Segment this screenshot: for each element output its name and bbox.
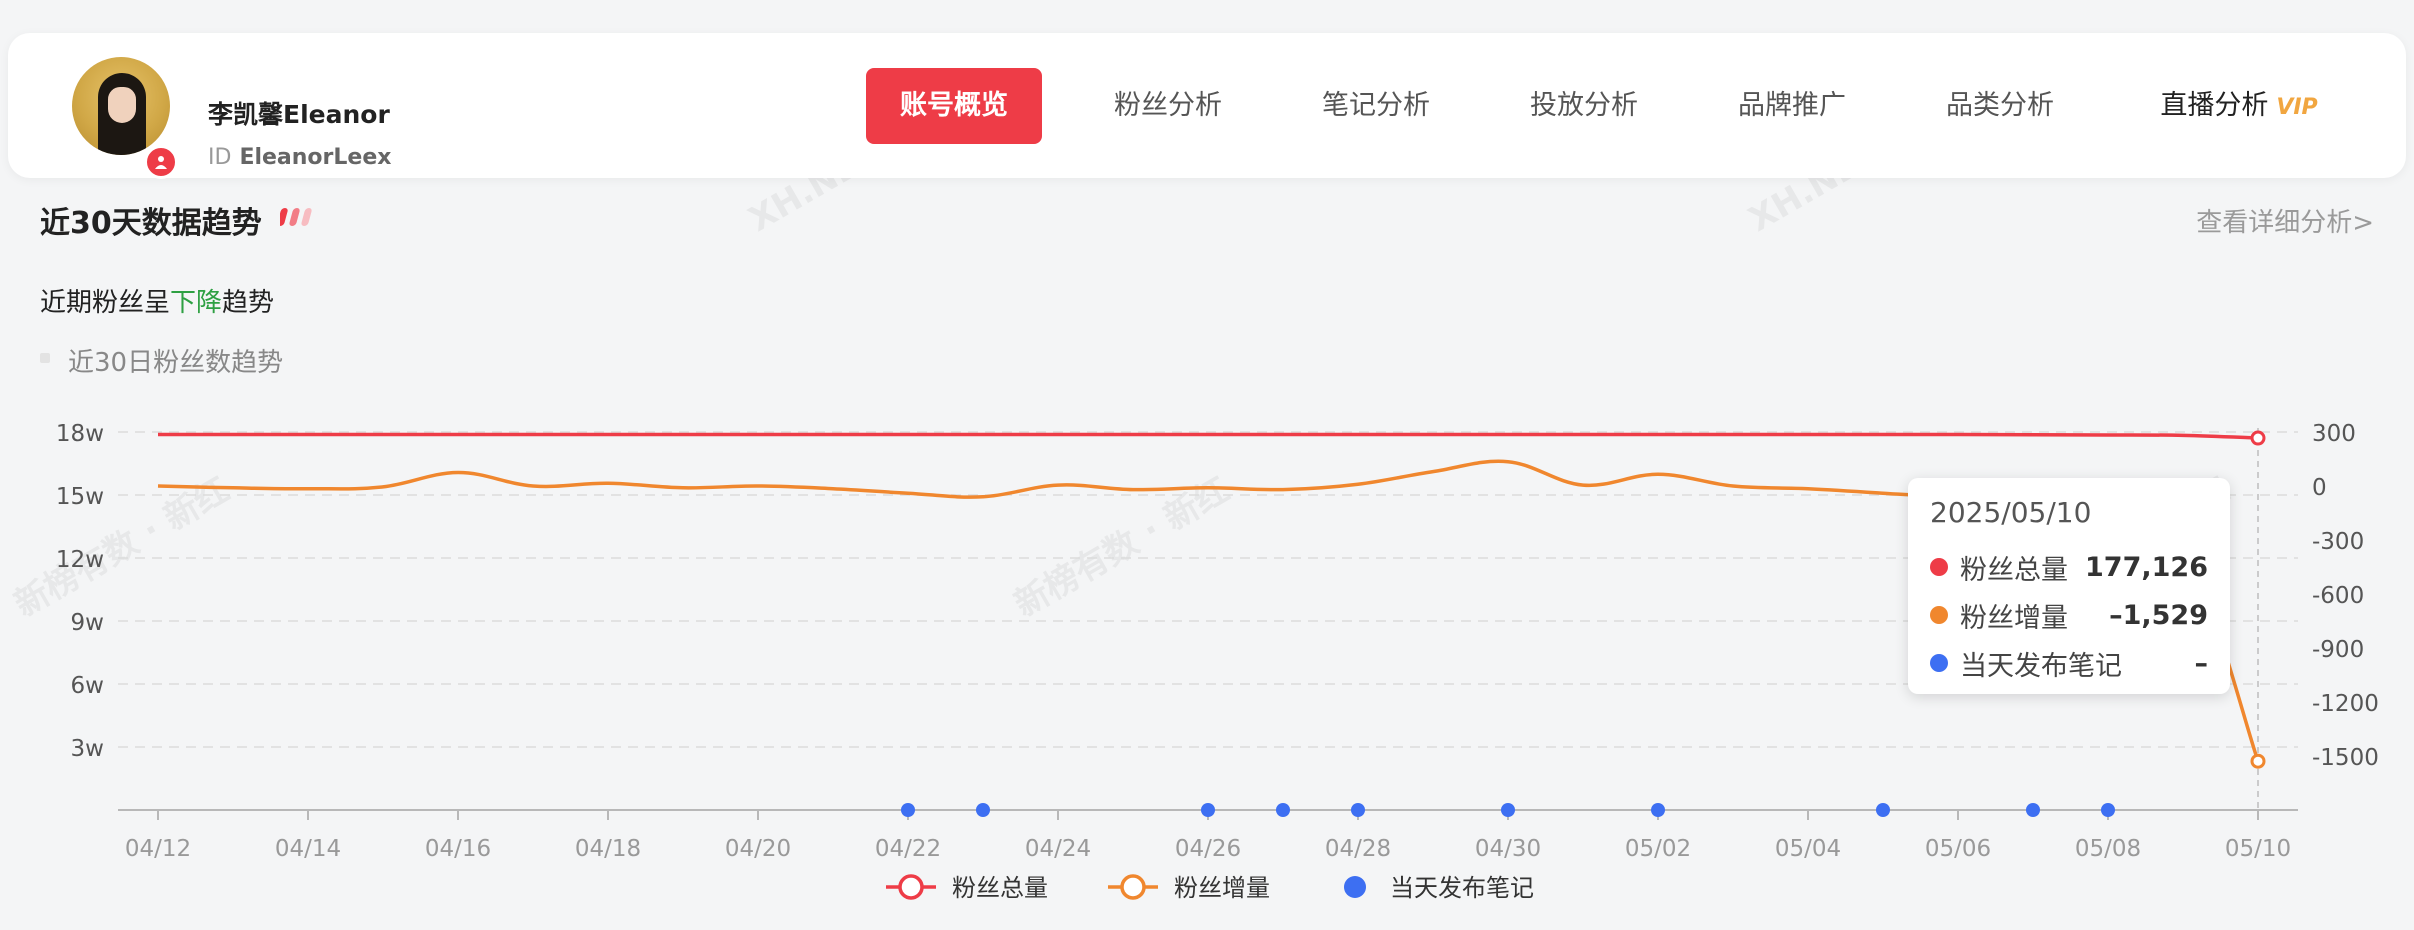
y-left-tick-label: 18w — [56, 421, 104, 447]
x-tick-label: 04/18 — [575, 836, 641, 862]
trend-summary: 近期粉丝呈下降趋势 — [40, 282, 274, 319]
tooltip-row-growth: 粉丝增量 –1,529 — [1930, 591, 2208, 639]
vip-badge: VIP — [2276, 95, 2318, 120]
title-decoration-icon — [280, 208, 312, 226]
y-right-tick-label: 300 — [2312, 421, 2356, 447]
y-right-tick-label: 0 — [2312, 475, 2327, 501]
y-right-tick-label: -1200 — [2312, 691, 2379, 717]
tooltip-date: 2025/05/10 — [1930, 496, 2092, 529]
profile-name: 李凯馨Eleanor — [208, 100, 390, 129]
x-tick-label: 04/24 — [1025, 836, 1091, 862]
tooltip-name: 粉丝总量 — [1960, 554, 2068, 586]
legend-label: 粉丝增量 — [1174, 874, 1270, 902]
y-left-tick-label: 9w — [71, 610, 104, 636]
note-dot — [1876, 803, 1890, 817]
user-badge-icon — [144, 145, 178, 179]
note-dot — [1201, 803, 1215, 817]
tooltip-row-notes: 当天发布笔记 – — [1930, 639, 2208, 687]
note-dot — [1276, 803, 1290, 817]
y-left-tick-label: 6w — [71, 673, 104, 699]
detail-analysis-link[interactable]: 查看详细分析> — [2196, 202, 2374, 239]
y-right-tick-label: -300 — [2312, 529, 2364, 555]
note-dot — [2026, 803, 2040, 817]
note-dot — [976, 803, 990, 817]
note-dot — [1501, 803, 1515, 817]
tooltip-dot-total — [1930, 558, 1948, 576]
y-left-tick-label: 3w — [71, 736, 104, 762]
legend-marker — [1344, 876, 1366, 898]
tab-brand-promotion[interactable]: 品牌推广 — [1722, 68, 1862, 144]
y-left-tick-label: 15w — [56, 484, 104, 510]
tooltip-name: 粉丝增量 — [1960, 602, 2068, 634]
chart-tooltip: 2025/05/10 粉丝总量 177,126 粉丝增量 –1,529 当天发布… — [1908, 478, 2230, 694]
tab-notes-analysis[interactable]: 笔记分析 — [1306, 68, 1446, 144]
tooltip-row-total: 粉丝总量 177,126 — [1930, 543, 2208, 591]
legend-marker — [1120, 874, 1146, 900]
tooltip-value: – — [2194, 647, 2209, 679]
y-right-tick-label: -1500 — [2312, 745, 2379, 771]
section-title: 近30天数据趋势 — [40, 206, 262, 241]
tab-category-analysis[interactable]: 品类分析 — [1930, 68, 2070, 144]
tooltip-dot-notes — [1930, 654, 1948, 672]
x-tick-label: 04/16 — [425, 836, 491, 862]
note-dot — [1651, 803, 1665, 817]
trend-word: 下降 — [170, 288, 223, 318]
x-tick-label: 05/08 — [2075, 836, 2141, 862]
note-dot — [901, 803, 915, 817]
x-tick-label: 04/28 — [1325, 836, 1391, 862]
x-tick-label: 04/26 — [1175, 836, 1241, 862]
legend-marker — [898, 874, 924, 900]
series-total-line — [158, 432, 2259, 440]
x-tick-label: 04/12 — [125, 836, 191, 862]
tab-placement-analysis[interactable]: 投放分析 — [1514, 68, 1654, 144]
profile-id-value: EleanorLeex — [239, 145, 392, 170]
x-tick-label: 05/10 — [2225, 836, 2291, 862]
tab-live-analysis-label: 直播分析 — [2160, 90, 2269, 121]
trend-suffix: 趋势 — [222, 288, 275, 318]
y-right-tick-label: -900 — [2312, 637, 2364, 663]
avatar[interactable] — [72, 57, 170, 155]
legend-label: 当天发布笔记 — [1390, 874, 1534, 902]
series-total-point — [2250, 430, 2266, 446]
x-tick-label: 05/04 — [1775, 836, 1841, 862]
profile-id: ID EleanorLeex — [208, 145, 391, 170]
trend-prefix: 近期粉丝呈 — [40, 288, 171, 318]
note-dot — [2101, 803, 2115, 817]
avatar-face — [108, 87, 136, 123]
tooltip-value: –1,529 — [2109, 599, 2208, 631]
x-tick-label: 04/22 — [875, 836, 941, 862]
y-right-tick-label: -600 — [2312, 583, 2364, 609]
chart-sub-label: 近30日粉丝数趋势 — [68, 348, 284, 378]
x-tick-label: 04/20 — [725, 836, 791, 862]
x-tick-label: 05/02 — [1625, 836, 1691, 862]
tab-fans-analysis[interactable]: 粉丝分析 — [1098, 68, 1238, 144]
tooltip-name: 当天发布笔记 — [1960, 650, 2122, 682]
tab-account-overview[interactable]: 账号概览 — [866, 68, 1042, 144]
x-tick-label: 05/06 — [1925, 836, 1991, 862]
legend-label: 粉丝总量 — [952, 874, 1048, 902]
profile-id-prefix: ID — [208, 145, 232, 170]
x-tick-label: 04/14 — [275, 836, 341, 862]
x-tick-label: 04/30 — [1475, 836, 1541, 862]
tab-live-analysis[interactable]: 直播分析 VIP — [2144, 68, 2334, 144]
sub-label-dot — [40, 353, 50, 363]
tooltip-dot-growth — [1930, 606, 1948, 624]
tooltip-value: 177,126 — [2085, 551, 2208, 583]
series-growth-point — [2250, 753, 2266, 769]
profile-header: 李凯馨Eleanor ID EleanorLeex 账号概览 粉丝分析 笔记分析 … — [8, 33, 2406, 179]
note-dot — [1351, 803, 1365, 817]
y-left-tick-label: 12w — [56, 547, 104, 573]
